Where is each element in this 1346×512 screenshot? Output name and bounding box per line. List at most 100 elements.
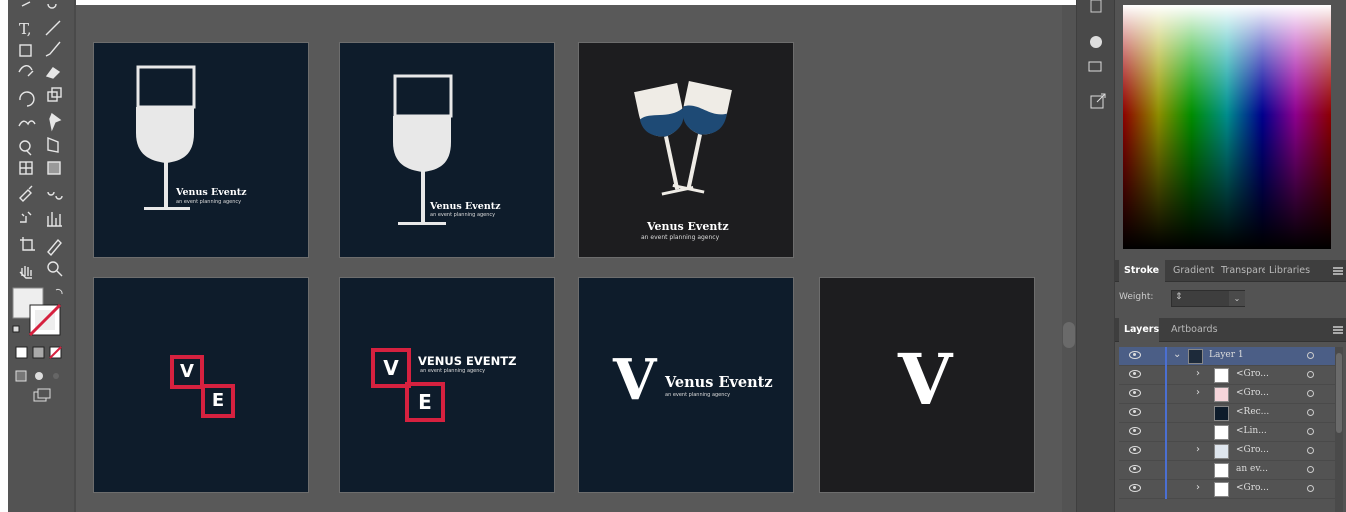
target-icon[interactable] — [1307, 390, 1314, 397]
shaper-icon — [18, 65, 34, 77]
layer-row[interactable]: › <Gro... — [1119, 385, 1335, 404]
tab-gradient[interactable]: Gradient — [1173, 260, 1215, 282]
swap-icon — [55, 288, 63, 295]
line-icon — [45, 20, 61, 36]
layer-row[interactable]: › <Gro... — [1119, 442, 1335, 461]
expand-chevron-icon[interactable]: › — [1196, 482, 1200, 493]
target-icon[interactable] — [1307, 466, 1314, 473]
draw-behind-icon — [35, 372, 43, 380]
default-colors-icon — [12, 325, 20, 333]
v-monogram: V — [898, 338, 953, 421]
eyedropper-icon — [19, 185, 33, 202]
layer-name[interactable]: <Gro... — [1236, 483, 1269, 493]
target-icon[interactable] — [1307, 485, 1314, 492]
visibility-eye-icon[interactable] — [1129, 446, 1141, 454]
panel-menu-icon[interactable] — [1333, 326, 1343, 334]
layer-name[interactable]: Layer 1 — [1209, 350, 1244, 360]
layer-thumbnail — [1188, 349, 1203, 364]
artboard-3[interactable]: Venus Eventz an event planning agency — [578, 42, 794, 258]
tagline-text: an event planning agency — [176, 199, 242, 205]
layer-name[interactable]: <Lin... — [1236, 426, 1267, 436]
pen-icon — [21, 1, 57, 9]
artboard-6[interactable]: V Venus Eventz an event planning agency — [578, 277, 794, 493]
artboard-5[interactable]: V E VENUS EVENTZ an event planning agenc… — [339, 277, 555, 493]
visibility-eye-icon[interactable] — [1129, 370, 1141, 378]
visibility-eye-icon[interactable] — [1129, 389, 1141, 397]
visibility-eye-icon[interactable] — [1129, 408, 1141, 416]
perspective-icon — [47, 136, 59, 153]
visibility-eye-icon[interactable] — [1129, 484, 1141, 492]
collapse-chevron-icon[interactable]: ⌄ — [1173, 349, 1181, 360]
artboard-1[interactable]: Venus Eventz an event planning agency — [93, 42, 309, 258]
illustrator-window: T, Venus Eventz an event planning agency… — [0, 0, 1346, 512]
scrollbar-thumb[interactable] — [1063, 322, 1075, 348]
wine-glass-logo-1 — [136, 65, 196, 210]
layer-thumbnail — [1214, 444, 1229, 459]
expand-chevron-icon[interactable]: › — [1196, 444, 1200, 455]
left-edge — [0, 0, 8, 512]
layer-row[interactable]: › <Gro... — [1119, 480, 1335, 499]
layer-thumbnail — [1214, 482, 1229, 497]
tab-transparency[interactable]: Transparency — [1221, 260, 1265, 282]
rectangle-icon — [19, 44, 32, 57]
layer-name[interactable]: <Gro... — [1236, 369, 1269, 379]
layer-thumbnail — [1214, 406, 1229, 421]
layer-row[interactable]: <Lin... — [1119, 423, 1335, 442]
layers-panel-tabs: Layers Artboards — [1115, 318, 1346, 342]
stroke-panel-tabs: Stroke Gradient Transparency Libraries — [1115, 260, 1346, 282]
tab-libraries[interactable]: Libraries — [1269, 260, 1311, 282]
layer-name[interactable]: <Gro... — [1236, 388, 1269, 398]
tagline-text: an event planning agency — [430, 212, 496, 218]
slice-icon — [47, 238, 62, 257]
vertical-scrollbar[interactable] — [1062, 5, 1076, 512]
target-icon[interactable] — [1307, 428, 1314, 435]
layer-name[interactable]: an ev... — [1236, 464, 1268, 474]
artboard-4[interactable]: V E — [93, 277, 309, 493]
layer-row[interactable]: › <Gro... — [1119, 366, 1335, 385]
eraser-icon — [45, 67, 61, 79]
panel-menu-icon[interactable] — [1333, 267, 1343, 275]
ve-letter-v: V — [170, 355, 204, 389]
layers-scroll-thumb[interactable] — [1336, 353, 1342, 433]
target-icon[interactable] — [1307, 371, 1314, 378]
tab-artboards[interactable]: Artboards — [1171, 318, 1231, 342]
color-spectrum[interactable] — [1123, 5, 1331, 249]
draw-inside-icon — [53, 373, 59, 379]
canvas-area[interactable]: Venus Eventz an event planning agency Ve… — [76, 5, 1062, 512]
layer-name[interactable]: <Rec... — [1236, 407, 1269, 417]
visibility-eye-icon[interactable] — [1129, 465, 1141, 473]
layer-name[interactable]: <Gro... — [1236, 445, 1269, 455]
chevron-down-icon[interactable]: ⌄ — [1229, 291, 1245, 306]
zoom-icon — [47, 261, 59, 273]
wine-glass-logo-2 — [393, 74, 453, 225]
v-monogram: V — [613, 347, 657, 413]
rotate-icon — [19, 91, 35, 107]
target-icon[interactable] — [1307, 352, 1314, 359]
stepper-icon[interactable]: ⇕ — [1175, 292, 1183, 302]
layer-row[interactable]: an ev... — [1119, 461, 1335, 480]
layer-row[interactable]: <Rec... — [1119, 404, 1335, 423]
expand-chevron-icon[interactable]: › — [1196, 387, 1200, 398]
color-mode-icon — [15, 346, 28, 359]
tab-stroke[interactable]: Stroke — [1119, 260, 1165, 282]
artboard-7[interactable]: V — [819, 277, 1035, 493]
target-icon[interactable] — [1307, 447, 1314, 454]
tab-layers[interactable]: Layers — [1119, 318, 1159, 342]
layers-scrollbar[interactable] — [1335, 347, 1343, 512]
appearance-icon — [1090, 36, 1102, 48]
dock-top-icon — [1090, 0, 1102, 13]
artboard-2[interactable]: Venus Eventz an event planning agency — [339, 42, 555, 258]
layers-list: ⌄ Layer 1 › <Gro... › <Gro... <Rec... <L… — [1119, 347, 1335, 512]
artboard-icon — [20, 237, 35, 251]
column-graph-icon — [47, 212, 62, 227]
expand-chevron-icon[interactable]: › — [1196, 368, 1200, 379]
layer-row[interactable]: ⌄ Layer 1 — [1119, 347, 1335, 366]
tagline-text: an event planning agency — [641, 234, 720, 241]
target-icon[interactable] — [1307, 409, 1314, 416]
visibility-eye-icon[interactable] — [1129, 351, 1141, 359]
layer-thumbnail — [1214, 425, 1229, 440]
weight-label: Weight: — [1119, 292, 1154, 302]
brand-text: Venus Eventz — [430, 201, 501, 212]
visibility-eye-icon[interactable] — [1129, 427, 1141, 435]
pin-icon — [49, 112, 62, 132]
